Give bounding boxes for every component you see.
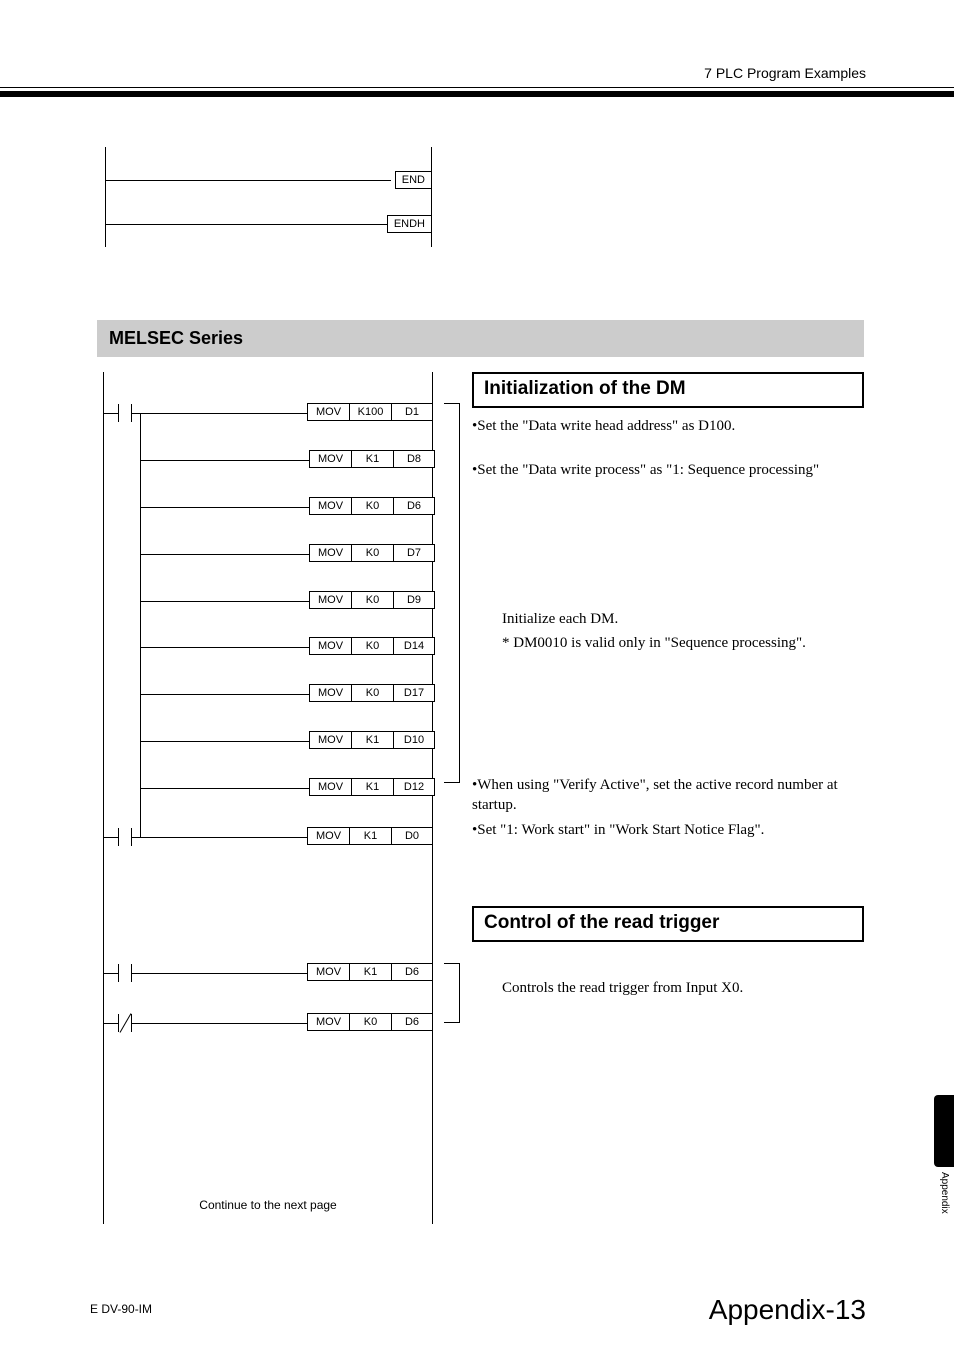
- ibox-arg1: K0: [351, 591, 393, 609]
- instruction-box: MOV K0 D14: [309, 637, 435, 655]
- desc-text: •Set the "Data write process" as "1: Seq…: [472, 460, 864, 480]
- rung: MOV K0 D6: [104, 1023, 432, 1024]
- ibox-arg1: K1: [349, 963, 391, 981]
- instruction-box: MOV K1 D0: [307, 827, 433, 845]
- description-column: Initialization of the DM •Set the "Data …: [472, 372, 864, 1002]
- contact-closed: [118, 1014, 132, 1032]
- ibox-arg1: K0: [351, 544, 393, 562]
- ibox-arg2: D6: [393, 497, 435, 515]
- rung: MOV K1 D12: [140, 788, 434, 789]
- instruction-box: MOV K1 D6: [307, 963, 433, 981]
- desc-text: * DM0010 is valid only in "Sequence proc…: [502, 633, 864, 653]
- instruction-box: MOV K0 D17: [309, 684, 435, 702]
- ibox-arg2: D1: [391, 403, 433, 421]
- header-rule-thin: [0, 87, 954, 88]
- bracket: [444, 403, 460, 783]
- ibox-arg2: D17: [393, 684, 435, 702]
- ladder-main: MOV K100 D1 MOV K1 D8 MOV K0 D6 MOV K0 D…: [103, 372, 433, 1224]
- ibox-arg2: D6: [391, 963, 433, 981]
- contact-open: [118, 964, 132, 982]
- ibox-op: MOV: [307, 403, 349, 421]
- desc-text: Initialize each DM.: [502, 609, 864, 629]
- instruction-box: MOV K0 D6: [307, 1013, 433, 1031]
- instruction-box: MOV K100 D1: [307, 403, 433, 421]
- footer-page-number: Appendix-13: [709, 1294, 866, 1326]
- desc-text: Controls the read trigger from Input X0.: [502, 978, 864, 998]
- ibox-arg1: K1: [351, 731, 393, 749]
- ibox-op: MOV: [307, 1013, 349, 1031]
- ctrl-title: Control of the read trigger: [472, 906, 864, 942]
- desc-text: •Set "1: Work start" in "Work Start Noti…: [472, 820, 864, 840]
- ibox-arg1: K0: [351, 637, 393, 655]
- ibox-arg2: D9: [393, 591, 435, 609]
- header-rule-thick: [0, 91, 954, 97]
- ladder-vline: [140, 413, 141, 837]
- ibox-op: MOV: [309, 637, 351, 655]
- ibox-arg1: K0: [349, 1013, 391, 1031]
- ibox-op: MOV: [309, 544, 351, 562]
- desc-text: •When using "Verify Active", set the act…: [472, 775, 864, 816]
- ibox-arg1: K100: [349, 403, 391, 421]
- continue-note: Continue to the next page: [104, 1198, 432, 1212]
- ibox-arg2: D0: [391, 827, 433, 845]
- rung: MOV K1 D8: [140, 460, 434, 461]
- ibox-arg1: K0: [351, 497, 393, 515]
- ibox-op: MOV: [307, 963, 349, 981]
- rung: MOV K100 D1: [104, 413, 432, 414]
- ibox-op: MOV: [309, 778, 351, 796]
- ibox-arg1: K1: [351, 778, 393, 796]
- rung: MOV K1 D6: [104, 973, 432, 974]
- chapter-label: 7 PLC Program Examples: [0, 65, 954, 87]
- end-instruction: END: [395, 171, 432, 189]
- ibox-arg1: K1: [349, 827, 391, 845]
- contact-open: [118, 404, 132, 422]
- rung: MOV K1 D0: [104, 837, 432, 838]
- ibox-arg1: K0: [351, 684, 393, 702]
- endh-instruction: ENDH: [387, 215, 432, 233]
- bracket: [444, 963, 460, 1023]
- rung: MOV K1 D10: [140, 741, 434, 742]
- ibox-arg2: D12: [393, 778, 435, 796]
- ibox-arg1: K1: [351, 450, 393, 468]
- rung: MOV K0 D9: [140, 601, 434, 602]
- instruction-box: MOV K1 D8: [309, 450, 435, 468]
- ibox-op: MOV: [309, 731, 351, 749]
- footer-doc-id: E DV-90-IM: [90, 1302, 152, 1316]
- rung: MOV K0 D7: [140, 554, 434, 555]
- rung: MOV K0 D6: [140, 507, 434, 508]
- instruction-box: MOV K0 D7: [309, 544, 435, 562]
- ladder-rail: [106, 180, 391, 181]
- side-tab: [934, 1095, 954, 1167]
- ibox-arg2: D10: [393, 731, 435, 749]
- side-tab-label: Appendix: [939, 1172, 950, 1214]
- init-title: Initialization of the DM: [472, 372, 864, 408]
- ibox-arg2: D7: [393, 544, 435, 562]
- ibox-op: MOV: [307, 827, 349, 845]
- desc-text: •Set the "Data write head address" as D1…: [472, 416, 864, 436]
- ibox-arg2: D14: [393, 637, 435, 655]
- ibox-arg2: D6: [391, 1013, 433, 1031]
- page-header: 7 PLC Program Examples: [0, 65, 954, 97]
- rung: MOV K0 D14: [140, 647, 434, 648]
- ibox-op: MOV: [309, 684, 351, 702]
- section-heading: MELSEC Series: [97, 320, 864, 357]
- ladder-rail: [106, 224, 388, 225]
- instruction-box: MOV K0 D6: [309, 497, 435, 515]
- ibox-op: MOV: [309, 450, 351, 468]
- rung: MOV K0 D17: [140, 694, 434, 695]
- ibox-arg2: D8: [393, 450, 435, 468]
- instruction-box: MOV K0 D9: [309, 591, 435, 609]
- contact-open: [118, 828, 132, 846]
- instruction-box: MOV K1 D12: [309, 778, 435, 796]
- ibox-op: MOV: [309, 591, 351, 609]
- instruction-box: MOV K1 D10: [309, 731, 435, 749]
- ladder-top: END ENDH: [105, 147, 432, 247]
- ibox-op: MOV: [309, 497, 351, 515]
